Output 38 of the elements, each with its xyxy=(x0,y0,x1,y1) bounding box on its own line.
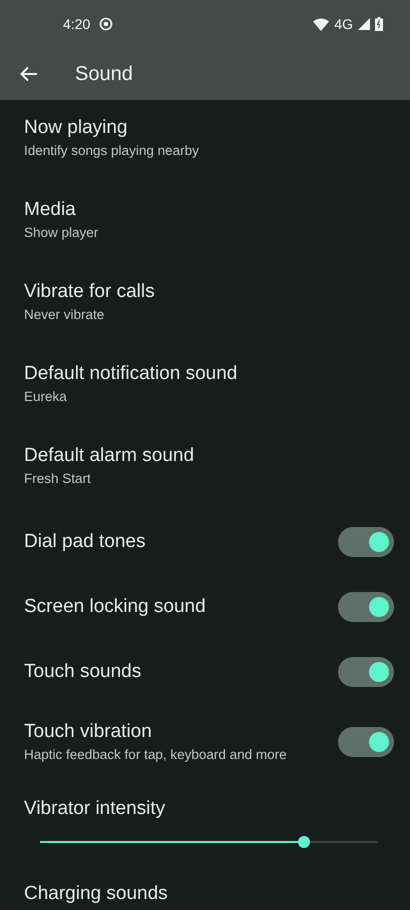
setting-title: Media xyxy=(24,198,77,222)
toggle-switch[interactable] xyxy=(338,727,394,757)
setting-item[interactable]: Media Show player xyxy=(0,182,410,264)
setting-item[interactable]: Default alarm sound Fresh Start xyxy=(0,428,410,510)
setting-title: Default alarm sound xyxy=(24,444,196,468)
setting-item[interactable]: Screen locking sound xyxy=(0,575,410,640)
setting-title: Screen locking sound xyxy=(24,595,207,619)
setting-summary: Never vibrate xyxy=(24,306,106,324)
battery-icon xyxy=(375,17,383,31)
setting-title: Touch sounds xyxy=(24,660,142,684)
setting-title: Vibrator intensity xyxy=(24,797,166,821)
setting-item[interactable]: Now playing Identify songs playing nearby xyxy=(0,100,410,182)
setting-item[interactable]: Dial pad tones xyxy=(0,510,410,575)
setting-summary: Eureka xyxy=(24,388,68,406)
setting-title: Charging sounds xyxy=(24,882,169,906)
setting-item[interactable]: Touch sounds xyxy=(0,640,410,705)
setting-title: Default notification sound xyxy=(24,362,238,386)
setting-item[interactable]: Default notification sound Eureka xyxy=(0,346,410,428)
toggle-switch[interactable] xyxy=(338,527,394,557)
setting-title: Now playing xyxy=(24,116,128,140)
setting-item[interactable]: Touch vibration Haptic feedback for tap, keyboard and more xyxy=(0,705,410,782)
setting-summary: Identify songs playing nearby xyxy=(24,142,200,160)
signal-icon xyxy=(358,18,370,30)
setting-summary: Haptic feedback for tap, keyboard and more xyxy=(24,746,288,764)
page-title: Sound xyxy=(75,62,133,86)
record-icon xyxy=(99,17,114,31)
network-label: 4G xyxy=(334,16,353,32)
setting-title: Vibrate for calls xyxy=(24,280,156,304)
wifi-icon xyxy=(313,18,330,30)
setting-summary: Show player xyxy=(24,224,100,242)
toggle-switch[interactable] xyxy=(338,657,394,687)
setting-item[interactable]: Charging sounds xyxy=(0,866,410,910)
setting-summary: Fresh Start xyxy=(24,470,92,488)
setting-title: Dial pad tones xyxy=(24,530,146,554)
setting-item[interactable]: Vibrate for calls Never vibrate xyxy=(0,264,410,346)
toggle-switch[interactable] xyxy=(338,592,394,622)
setting-title: Touch vibration xyxy=(24,720,153,744)
clock: 4:20 xyxy=(63,16,90,32)
